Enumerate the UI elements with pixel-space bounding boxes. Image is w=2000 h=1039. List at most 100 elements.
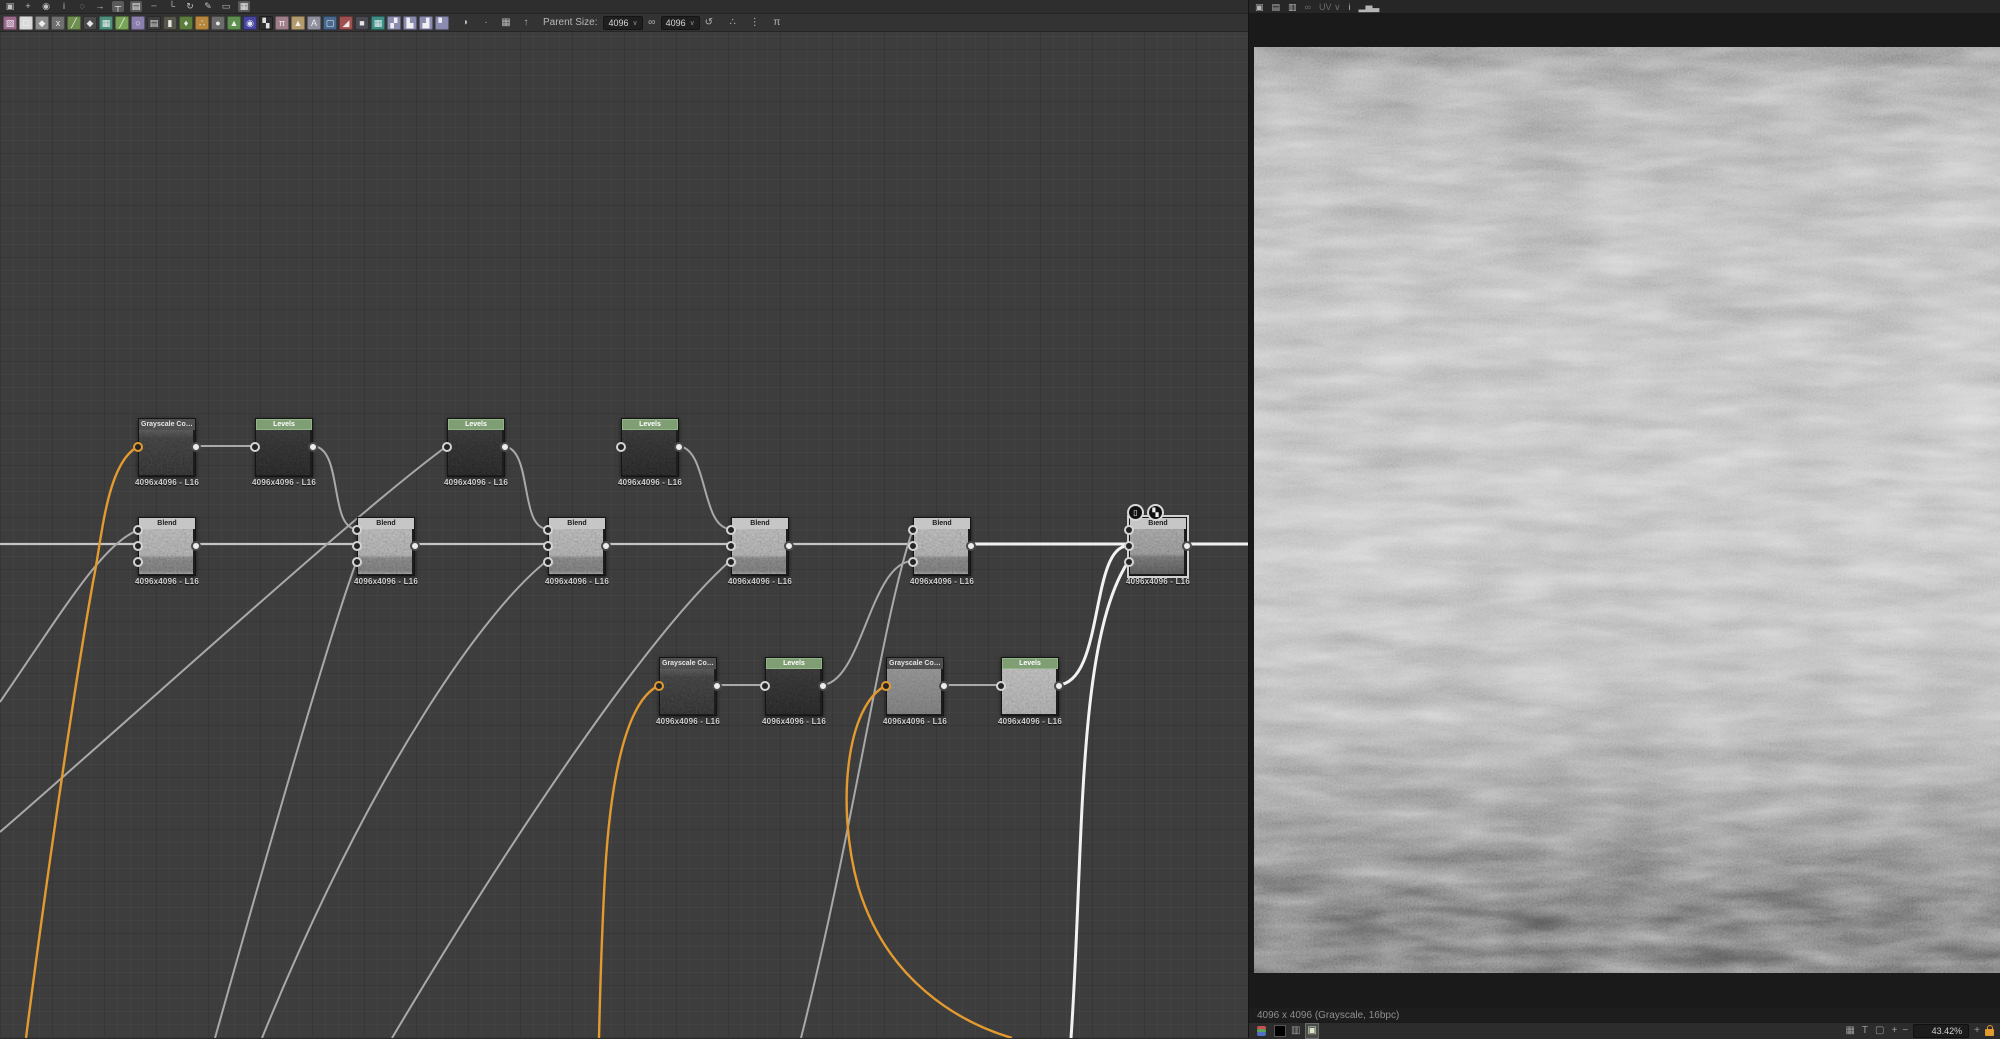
input-connector[interactable]	[352, 541, 362, 551]
warning-node-icon[interactable]: ▲	[291, 15, 305, 30]
grunge-node-icon[interactable]: ♦	[179, 15, 193, 30]
instance-parameters-icon[interactable]: ∴	[726, 16, 740, 30]
tiling-mode-icon[interactable]: ▥	[1291, 1024, 1300, 1038]
hsl-node-icon[interactable]: ◉	[243, 15, 257, 30]
channel-split-node-icon[interactable]: ▤	[147, 15, 161, 30]
transform-d-node-icon[interactable]: ▘	[435, 15, 449, 30]
flood-fill-node-icon[interactable]: ◢	[339, 15, 353, 30]
copy-view-icon[interactable]: ▣	[1255, 1, 1264, 13]
output-connector[interactable]	[191, 442, 201, 452]
directional-blur-node-icon[interactable]: ◆	[83, 15, 97, 30]
input-connector[interactable]	[543, 557, 553, 567]
size-reset-icon[interactable]: ↺	[702, 16, 716, 30]
gradient-node-icon[interactable]: ╱	[115, 15, 129, 30]
input-connector[interactable]	[908, 557, 918, 567]
node-grayscale-conversion-bottom-2[interactable]: Grayscale Conversion 4096x4096 - L16	[881, 657, 949, 726]
zoom-level-input[interactable]: 43.42%	[1913, 1023, 1970, 1038]
output-connector[interactable]	[784, 541, 794, 551]
node-levels-top-3[interactable]: Levels 4096x4096 - L16	[616, 418, 684, 487]
refresh-graph-icon[interactable]: ↻	[184, 1, 196, 12]
channels-icon[interactable]	[1255, 1025, 1269, 1037]
size-link-icon[interactable]: ∞	[645, 16, 659, 30]
output-connector[interactable]	[1182, 541, 1192, 551]
output-connector[interactable]	[818, 681, 828, 691]
background-color-swatch[interactable]	[1274, 1024, 1286, 1037]
output-connector[interactable]	[1054, 681, 1064, 691]
save-view-icon[interactable]: ▤	[1272, 1, 1281, 13]
view-2d-canvas[interactable]	[1249, 14, 2000, 1008]
output-connector[interactable]	[939, 681, 949, 691]
input-connector[interactable]	[726, 525, 736, 535]
output-connector[interactable]	[712, 681, 722, 691]
selection-node-icon[interactable]: ▢	[323, 15, 337, 30]
node-levels-top-2[interactable]: Levels 4096x4096 - L16	[442, 418, 510, 487]
output-connector[interactable]	[500, 442, 510, 452]
export-image-icon[interactable]: ▥	[1288, 1, 1297, 13]
edit-tools-icon[interactable]: ✎	[202, 1, 214, 12]
display-options-icon[interactable]: ▭	[220, 1, 232, 12]
fx-map-node-icon[interactable]: ▦	[99, 15, 113, 30]
elbow-connection-icon[interactable]: └	[166, 1, 178, 12]
straighten-connection-icon[interactable]: →	[94, 1, 106, 12]
link-view-icon[interactable]: ∞	[1305, 1, 1311, 13]
zoom-in-button[interactable]: +	[1974, 1024, 1980, 1038]
shape-node-icon[interactable]: ○	[131, 15, 145, 30]
image-display-icon[interactable]: ▣	[1305, 1022, 1319, 1039]
input-connector[interactable]	[616, 442, 626, 452]
output-connector[interactable]	[966, 541, 976, 551]
node-grayscale-conversion-top[interactable]: Grayscale Conversion 4096x4096 - L16	[133, 418, 201, 487]
node-blend-3[interactable]: Blend 4096x4096 - L16	[543, 517, 611, 586]
input-connector[interactable]	[543, 525, 553, 535]
bridge-node-icon[interactable]: π	[275, 15, 289, 30]
directional-warp-node-icon[interactable]: x	[51, 15, 65, 30]
fit-view-icon[interactable]: ▢	[1875, 1024, 1884, 1038]
node-levels-bottom-1[interactable]: Levels 4096x4096 - L16	[760, 657, 828, 726]
output-connector[interactable]	[191, 541, 201, 551]
shape-3d-node-icon[interactable]: ■	[355, 15, 369, 30]
transform-c-node-icon[interactable]: ▟	[419, 15, 433, 30]
output-connector[interactable]	[410, 541, 420, 551]
display-thumbnails-icon[interactable]: ▤	[130, 1, 142, 12]
parent-size-width-select[interactable]: 4096 ∨	[603, 15, 643, 30]
input-connector[interactable]	[442, 442, 452, 452]
comment-icon[interactable]: ◗	[459, 16, 473, 30]
node-blend-6[interactable]: Blend 4096x4096 - L16 ▯ ▚	[1124, 504, 1192, 586]
input-connector[interactable]	[1124, 557, 1134, 567]
attributes-badge[interactable]: ▯	[1127, 504, 1144, 521]
blur-node-icon[interactable]: ◆	[35, 15, 49, 30]
tile-sampler-node-icon[interactable]: ▦	[371, 15, 385, 30]
input-connector[interactable]	[908, 541, 918, 551]
scatter-node-icon[interactable]: ∴	[195, 15, 209, 30]
node-blend-2[interactable]: Blend 4096x4096 - L16	[352, 517, 420, 586]
transform-a-node-icon[interactable]: ▞	[387, 15, 401, 30]
dashed-connection-icon[interactable]: ┄	[148, 1, 160, 12]
bitmap-node-icon[interactable]: ▨	[3, 15, 17, 30]
node-blend-1[interactable]: Blend 4096x4096 - L16	[133, 517, 201, 586]
lock-zoom-icon[interactable]	[1985, 1025, 1994, 1036]
gradient-map-node-icon[interactable]: ▮	[163, 15, 177, 30]
node-blend-5[interactable]: Blend 4096x4096 - L16	[908, 517, 976, 586]
uv-mode-dropdown[interactable]: UV ∨	[1319, 1, 1341, 13]
dot-node-icon[interactable]: ∙	[479, 16, 493, 30]
checker-node-icon[interactable]: ▚	[259, 15, 273, 30]
input-connector[interactable]	[760, 681, 770, 691]
height-node-icon[interactable]: ▲	[227, 15, 241, 30]
input-connector[interactable]	[352, 525, 362, 535]
node-levels-bottom-2[interactable]: Levels 4096x4096 - L16	[996, 657, 1064, 726]
uniform-color-node-icon[interactable]: □	[19, 15, 33, 30]
node-grayscale-conversion-bottom-1[interactable]: Grayscale Conversion 4096x4096 - L16	[654, 657, 722, 726]
input-connector[interactable]	[654, 681, 664, 691]
output-compute-badge[interactable]: ▚	[1147, 504, 1164, 521]
input-connector[interactable]	[881, 681, 891, 691]
node-blend-4[interactable]: Blend 4096x4096 - L16	[726, 517, 794, 586]
zoom-tool-icon[interactable]: ◌	[76, 1, 88, 12]
screenshot-icon[interactable]: ◉	[40, 1, 52, 12]
input-connector[interactable]	[1124, 541, 1134, 551]
input-connector[interactable]	[133, 442, 143, 452]
info-icon[interactable]: i	[58, 1, 70, 12]
frame-icon[interactable]: ▦	[499, 16, 513, 30]
blend-mask-node-icon[interactable]: ●	[211, 15, 225, 30]
grid-toggle-icon[interactable]: ▦	[1845, 1024, 1854, 1038]
input-connector[interactable]	[250, 442, 260, 452]
grid-snap-icon[interactable]: ▦	[238, 1, 250, 12]
